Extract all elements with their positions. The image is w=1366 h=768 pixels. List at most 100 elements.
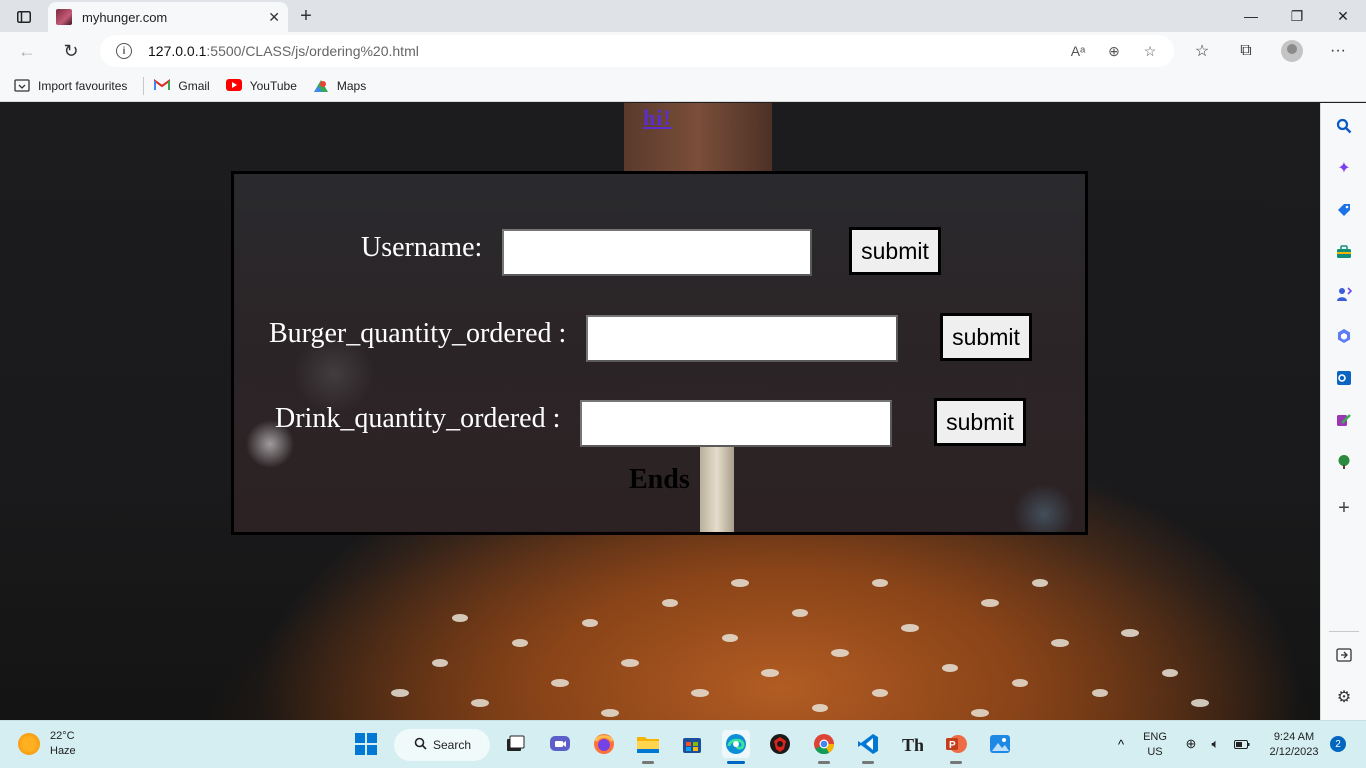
- page-viewport: hi! Username: submit Burger_quantity_ord…: [0, 103, 1320, 720]
- language-indicator[interactable]: ENG US: [1140, 730, 1170, 760]
- site-info-icon[interactable]: i: [116, 43, 132, 59]
- maps-icon: [313, 79, 329, 93]
- clock-date: 2/12/2023: [1269, 746, 1319, 758]
- photos-icon[interactable]: [986, 730, 1014, 758]
- drink-quantity-input[interactable]: [580, 400, 892, 447]
- running-indicator: [642, 761, 654, 764]
- bookmark-maps[interactable]: Maps: [313, 79, 366, 93]
- running-indicator: [862, 761, 874, 764]
- sun-haze-icon: [18, 733, 40, 755]
- firefox-icon[interactable]: [590, 730, 618, 758]
- system-tray[interactable]: ⊕ 🔈︎: [1178, 730, 1258, 758]
- tab-actions-icon[interactable]: [8, 6, 40, 28]
- bookmark-label: YouTube: [249, 78, 297, 93]
- powerpoint-icon[interactable]: P: [942, 730, 970, 764]
- back-icon[interactable]: ←: [14, 39, 40, 63]
- add-favorite-icon[interactable]: ☆: [1140, 42, 1160, 60]
- background-skewer-image: [700, 447, 734, 532]
- more-menu-icon[interactable]: ···: [1326, 40, 1350, 62]
- new-tab-icon[interactable]: +: [294, 4, 318, 28]
- taskbar-search[interactable]: Search: [394, 729, 490, 761]
- import-icon: [14, 78, 30, 93]
- order-form: Username: submit Burger_quantity_ordered…: [231, 171, 1088, 535]
- search-icon[interactable]: [1333, 115, 1355, 137]
- ends-text: Ends: [629, 464, 690, 495]
- tab-close-icon[interactable]: ✕: [268, 9, 280, 26]
- bookmark-label: Import favourites: [38, 78, 128, 93]
- show-hidden-icons-chevron-icon[interactable]: ^: [1107, 730, 1135, 758]
- site-favicon-icon: [56, 9, 72, 25]
- clock[interactable]: 9:24 AM 2/12/2023: [1262, 730, 1326, 760]
- profile-avatar[interactable]: [1281, 40, 1303, 62]
- bookmark-divider: [143, 76, 145, 95]
- username-submit-button[interactable]: submit: [849, 227, 941, 275]
- refresh-icon[interactable]: ↻: [58, 39, 84, 63]
- address-bar[interactable]: i 127.0.0.1:5500/CLASS/js/ordering%20.ht…: [100, 35, 1174, 67]
- tab-bar: myhunger.com ✕ + — ❐ ✕: [0, 0, 1366, 32]
- sidebar-divider: [1329, 631, 1359, 632]
- add-sidebar-app-icon[interactable]: +: [1333, 497, 1355, 519]
- running-indicator: [818, 761, 830, 764]
- search-label: Search: [433, 738, 472, 752]
- username-input[interactable]: [502, 229, 812, 276]
- url-path: :5500/CLASS/js/ordering%20.html: [206, 43, 419, 59]
- read-aloud-icon[interactable]: Aᵃ: [1068, 42, 1088, 60]
- restore-icon[interactable]: ❐: [1274, 0, 1320, 32]
- browser-tab[interactable]: myhunger.com ✕: [48, 2, 288, 32]
- bookmark-label: Maps: [336, 78, 367, 93]
- clock-time: 9:24 AM: [1273, 731, 1315, 743]
- file-explorer-icon[interactable]: [634, 730, 662, 764]
- drink-quantity-label: Drink_quantity_ordered :: [275, 403, 561, 434]
- network-globe-icon: ⊕: [1185, 736, 1197, 751]
- volume-icon: 🔈︎: [1211, 736, 1220, 751]
- bookmark-youtube[interactable]: YouTube: [225, 78, 297, 93]
- active-indicator: [727, 761, 745, 764]
- zoom-icon[interactable]: ⊕: [1104, 42, 1124, 60]
- sidebar-settings-icon[interactable]: ⚙: [1333, 686, 1355, 708]
- outlook-icon[interactable]: [1333, 367, 1355, 389]
- svg-text:Th: Th: [902, 735, 923, 755]
- username-label: Username:: [361, 232, 483, 263]
- running-indicator: [950, 761, 962, 764]
- vscode-icon[interactable]: [854, 730, 882, 764]
- microsoft-365-icon[interactable]: [1333, 325, 1355, 347]
- hide-sidebar-icon[interactable]: [1333, 644, 1355, 666]
- shopping-tag-icon[interactable]: [1333, 199, 1355, 221]
- microsoft-store-icon[interactable]: [678, 730, 706, 758]
- tools-briefcase-icon[interactable]: [1333, 241, 1355, 263]
- url-host: 127.0.0.1: [148, 43, 207, 59]
- weather-condition: Haze: [50, 745, 76, 757]
- teams-chat-icon[interactable]: [546, 730, 574, 758]
- bookmark-import[interactable]: Import favourites: [14, 79, 127, 93]
- minimize-icon[interactable]: —: [1228, 0, 1274, 32]
- svg-text:P: P: [949, 740, 956, 751]
- language-bottom: US: [1147, 746, 1163, 758]
- games-icon[interactable]: [1333, 283, 1355, 305]
- bookmark-gmail[interactable]: Gmail: [154, 78, 210, 93]
- language-top: ENG: [1143, 731, 1167, 743]
- burger-quantity-input[interactable]: [586, 315, 898, 362]
- tab-title: myhunger.com: [82, 9, 168, 25]
- bookmark-label: Gmail: [178, 78, 210, 93]
- page-heading[interactable]: hi!: [643, 105, 672, 131]
- burger-submit-button[interactable]: submit: [940, 313, 1032, 361]
- task-view-icon[interactable]: [501, 730, 529, 758]
- brave-icon[interactable]: [766, 730, 794, 758]
- collections-icon[interactable]: ⧉: [1234, 40, 1258, 62]
- notification-badge[interactable]: 2: [1330, 736, 1346, 752]
- edge-icon[interactable]: [722, 730, 750, 764]
- designer-icon[interactable]: [1333, 409, 1355, 431]
- youtube-icon: [225, 78, 242, 93]
- start-icon[interactable]: [352, 730, 380, 758]
- typora-icon[interactable]: Th: [898, 730, 926, 758]
- weather-widget[interactable]: 22°C Haze: [18, 729, 76, 759]
- favorites-icon[interactable]: ☆: [1190, 40, 1214, 62]
- copilot-sparkle-icon[interactable]: ✦: [1333, 157, 1355, 179]
- close-window-icon[interactable]: ✕: [1320, 0, 1366, 32]
- drink-submit-button[interactable]: submit: [934, 398, 1026, 446]
- chrome-icon[interactable]: [810, 730, 838, 764]
- search-icon: [414, 737, 427, 753]
- weather-temperature: 22°C: [50, 730, 75, 742]
- tree-icon[interactable]: [1333, 451, 1355, 473]
- browser-toolbar: ← ↻ i 127.0.0.1:5500/CLASS/js/ordering%2…: [0, 32, 1366, 70]
